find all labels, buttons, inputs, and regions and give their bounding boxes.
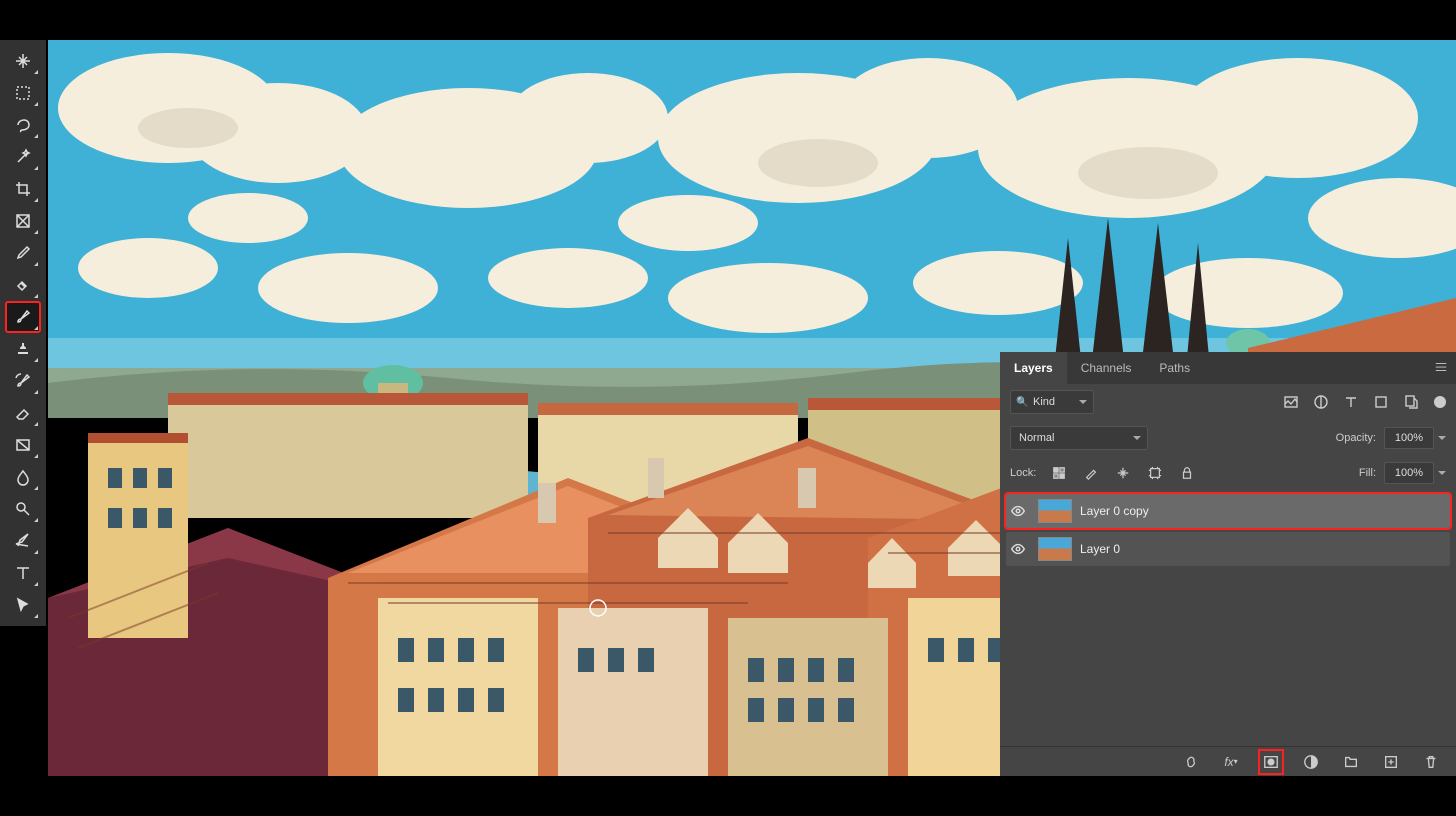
visibility-toggle-icon[interactable] xyxy=(1006,503,1030,519)
group-button[interactable] xyxy=(1340,751,1362,773)
layer-list: Layer 0 copy Layer 0 xyxy=(1000,490,1456,746)
marquee-tool[interactable] xyxy=(6,78,40,108)
lock-label: Lock: xyxy=(1010,467,1036,479)
crop-tool[interactable] xyxy=(6,174,40,204)
panel-tabs: Layers Channels Paths xyxy=(1000,352,1456,384)
stamp-tool[interactable] xyxy=(6,334,40,364)
path-select-tool[interactable] xyxy=(6,590,40,620)
filter-smart-icon[interactable] xyxy=(1400,391,1422,413)
visibility-toggle-icon[interactable] xyxy=(1006,541,1030,557)
pen-tool[interactable] xyxy=(6,526,40,556)
lock-artboard-icon[interactable] xyxy=(1144,462,1166,484)
lasso-tool[interactable] xyxy=(6,110,40,140)
wand-tool[interactable] xyxy=(6,142,40,172)
fill-label: Fill: xyxy=(1359,467,1376,479)
lock-transparency-icon[interactable] xyxy=(1048,462,1070,484)
filter-shape-icon[interactable] xyxy=(1370,391,1392,413)
tab-channels[interactable]: Channels xyxy=(1067,352,1146,384)
gradient-tool[interactable] xyxy=(6,430,40,460)
layer-thumbnail[interactable] xyxy=(1038,499,1072,523)
filter-type-icon[interactable] xyxy=(1340,391,1362,413)
layers-panel: Layers Channels Paths Kind Normal Opacit… xyxy=(1000,352,1456,776)
opacity-label: Opacity: xyxy=(1336,432,1376,444)
lock-position-icon[interactable] xyxy=(1112,462,1134,484)
toolbar xyxy=(0,40,46,626)
brush-tool[interactable] xyxy=(6,302,40,332)
panel-footer: fx▾ xyxy=(1000,746,1456,776)
fx-icon: fx xyxy=(1224,755,1233,769)
layer-row[interactable]: Layer 0 xyxy=(1006,532,1450,566)
layer-thumbnail[interactable] xyxy=(1038,537,1072,561)
tab-layers[interactable]: Layers xyxy=(1000,352,1067,384)
filter-adjust-icon[interactable] xyxy=(1310,391,1332,413)
new-layer-button[interactable] xyxy=(1380,751,1402,773)
trash-button[interactable] xyxy=(1420,751,1442,773)
mask-button[interactable] xyxy=(1260,751,1282,773)
lock-pixels-icon[interactable] xyxy=(1080,462,1102,484)
layer-row[interactable]: Layer 0 copy xyxy=(1006,494,1450,528)
healing-tool[interactable] xyxy=(6,270,40,300)
blend-mode-select[interactable]: Normal xyxy=(1010,426,1148,450)
lock-all-icon[interactable] xyxy=(1176,462,1198,484)
lock-row: Lock: Fill: xyxy=(1000,456,1456,490)
filter-toggle-dot[interactable] xyxy=(1434,396,1446,408)
dodge-tool[interactable] xyxy=(6,494,40,524)
layer-kind-filter[interactable]: Kind xyxy=(1010,390,1094,414)
fill-input[interactable] xyxy=(1384,462,1434,484)
move-tool[interactable] xyxy=(6,46,40,76)
link-button[interactable] xyxy=(1180,751,1202,773)
panel-menu-icon[interactable] xyxy=(1434,360,1448,377)
blend-row: Normal Opacity: xyxy=(1000,420,1456,456)
opacity-input[interactable] xyxy=(1384,427,1434,449)
fx-button[interactable]: fx▾ xyxy=(1220,751,1242,773)
tab-paths[interactable]: Paths xyxy=(1145,352,1204,384)
eyedropper-tool[interactable] xyxy=(6,238,40,268)
adjustment-button[interactable] xyxy=(1300,751,1322,773)
filter-pixel-icon[interactable] xyxy=(1280,391,1302,413)
layer-name-label[interactable]: Layer 0 copy xyxy=(1080,504,1149,518)
eraser-tool[interactable] xyxy=(6,398,40,428)
blur-tool[interactable] xyxy=(6,462,40,492)
layer-name-label[interactable]: Layer 0 xyxy=(1080,542,1120,556)
frame-tool[interactable] xyxy=(6,206,40,236)
filter-row: Kind xyxy=(1000,384,1456,420)
history-brush-tool[interactable] xyxy=(6,366,40,396)
type-tool[interactable] xyxy=(6,558,40,588)
